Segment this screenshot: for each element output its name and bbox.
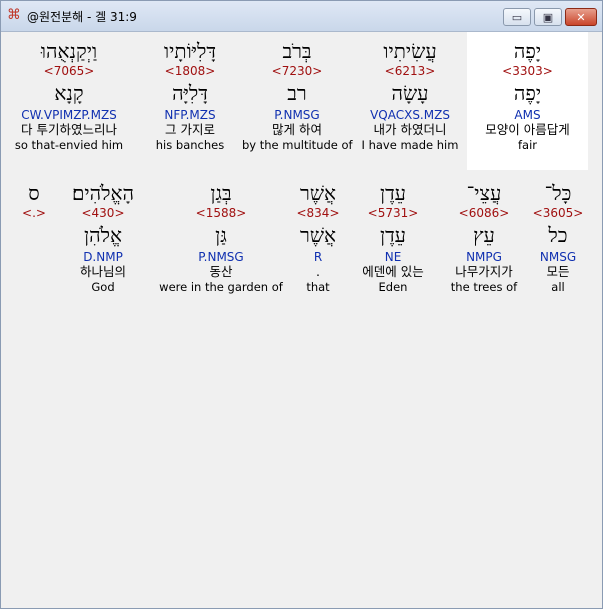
parse-code: NFP.MZS bbox=[164, 108, 216, 122]
maximize-button[interactable]: ▣ bbox=[534, 8, 562, 26]
english-gloss: were in the garden of bbox=[159, 280, 283, 294]
strong-number[interactable]: <7065> bbox=[10, 64, 128, 78]
hebrew-word: הָאֱלֹהִים׃ bbox=[71, 181, 135, 205]
strong-number[interactable]: <3605> bbox=[530, 206, 586, 220]
word-cell[interactable]: בְּגַן <1588> גַּן P.NMSG 동산 were in the… bbox=[154, 174, 288, 312]
hebrew-word: כָּל־ bbox=[544, 181, 572, 205]
korean-gloss: 그 가지로 bbox=[165, 122, 215, 137]
title-bar[interactable]: ⌘ @원전분해 - 겔 31:9 ▭ ▣ ✕ bbox=[1, 1, 602, 32]
strong-number[interactable]: <430> bbox=[54, 206, 152, 220]
english-gloss: his banches bbox=[155, 138, 225, 152]
lexical-form: יָפֶה bbox=[513, 81, 542, 105]
lexical-form: גַּן bbox=[215, 223, 227, 247]
close-button[interactable]: ✕ bbox=[565, 8, 597, 26]
korean-gloss: 모든 bbox=[546, 264, 570, 279]
hebrew-word: בְּגַן bbox=[210, 181, 232, 205]
parse-code: CW.VPIMZP.MZS bbox=[21, 108, 117, 122]
strong-number[interactable]: <834> bbox=[286, 206, 350, 220]
hebrew-word: ס bbox=[28, 181, 40, 205]
word-cell[interactable]: עֵדֶן <5731> עֵדֶן NE 에덴에 있는 Eden bbox=[350, 174, 436, 312]
word-cell[interactable]: בְּרֹב <7230> רב P.NMSG 많게 하여 by the mul… bbox=[242, 32, 353, 170]
english-gloss: all bbox=[551, 280, 565, 294]
word-cell[interactable]: דָּלִיּוֹתָיו <1808> דָּלִיָּה NFP.MZS 그… bbox=[135, 32, 245, 170]
lexical-form: כל bbox=[548, 223, 568, 247]
lexical-form: דָּלִיָּה bbox=[172, 81, 208, 105]
korean-gloss: 내가 하였더니 bbox=[373, 122, 447, 137]
korean-gloss: 에덴에 있는 bbox=[362, 264, 424, 279]
english-gloss: God bbox=[91, 280, 115, 294]
parse-code: P.NMSG bbox=[274, 108, 320, 122]
english-gloss: fair bbox=[517, 138, 538, 152]
korean-gloss: . bbox=[316, 264, 320, 279]
lexical-form: עֵדֶן bbox=[379, 223, 407, 247]
word-cell[interactable]: אֲשֶׁר <834> אֲשֶׁר R . that bbox=[286, 174, 350, 312]
parse-code: NE bbox=[384, 250, 402, 264]
english-gloss: by the multitude of bbox=[242, 138, 353, 152]
minimize-button[interactable]: ▭ bbox=[503, 8, 531, 26]
strong-number[interactable]: <6213> bbox=[356, 64, 464, 78]
korean-gloss: 다 투기하였느리나 bbox=[21, 122, 117, 137]
hebrew-word: עֲשִׂיתִיו bbox=[383, 39, 437, 63]
lexical-form: קָנָא bbox=[54, 81, 84, 105]
strong-number[interactable]: <7230> bbox=[242, 64, 352, 78]
word-cell[interactable]: כָּל־ <3605> כל NMSG 모든 all bbox=[530, 174, 586, 312]
parse-code: P.NMSG bbox=[198, 250, 244, 264]
strong-number[interactable]: <3303> bbox=[467, 64, 588, 78]
korean-gloss: 동산 bbox=[209, 264, 233, 279]
word-cell[interactable]: עֲצֵי־ <6086> עֵץ NMPG 나무가지가 the trees o… bbox=[438, 174, 530, 312]
lexical-form: רב bbox=[287, 81, 307, 105]
strong-number[interactable]: <1808> bbox=[135, 64, 245, 78]
english-gloss: that bbox=[306, 280, 330, 294]
parse-code: VQACXS.MZS bbox=[370, 108, 450, 122]
english-gloss: Eden bbox=[378, 280, 408, 294]
word-cell-selected[interactable]: יָפֶה <3303> יָפֶה AMS 모양이 아름답게 fair bbox=[467, 32, 588, 170]
strong-number[interactable]: <1588> bbox=[154, 206, 288, 220]
word-cell[interactable]: עֲשִׂיתִיו <6213> עָשָׂה VQACXS.MZS 내가 하… bbox=[356, 32, 464, 170]
window-title: @원전분해 - 겔 31:9 bbox=[27, 10, 137, 24]
hebrew-word: עֵדֶן bbox=[379, 181, 407, 205]
app-window: ⌘ @원전분해 - 겔 31:9 ▭ ▣ ✕ וַיְקַנְאֻהוּ <70… bbox=[0, 0, 603, 609]
hebrew-word: אֲשֶׁר bbox=[300, 181, 336, 205]
parse-code: R bbox=[313, 250, 323, 264]
english-gloss: the trees of bbox=[450, 280, 518, 294]
korean-gloss: 모양이 아름답게 bbox=[485, 122, 570, 137]
parse-code: AMS bbox=[514, 108, 541, 122]
parse-code: D.NMP bbox=[83, 250, 123, 264]
parsing-panel: וַיְקַנְאֻהוּ <7065> קָנָא CW.VPIMZP.MZS… bbox=[2, 32, 601, 606]
lexical-form: עֵץ bbox=[473, 223, 495, 247]
korean-gloss: 하나님의 bbox=[79, 264, 126, 279]
hebrew-word: בְּרֹב bbox=[282, 39, 312, 63]
hebrew-word: וַיְקַנְאֻהוּ bbox=[40, 39, 98, 63]
hebrew-word: יָפֶה bbox=[513, 39, 542, 63]
parse-code: NMSG bbox=[539, 250, 577, 264]
word-cell[interactable]: הָאֱלֹהִים׃ <430> אֱלֹהִן D.NMP 하나님의 God bbox=[54, 174, 152, 312]
lexical-form: אֱלֹהִן bbox=[84, 223, 122, 247]
strong-number[interactable]: <5731> bbox=[350, 206, 436, 220]
english-gloss: I have made him bbox=[361, 138, 459, 152]
strong-number[interactable]: <6086> bbox=[438, 206, 530, 220]
parse-code: NMPG bbox=[466, 250, 502, 264]
app-icon: ⌘ bbox=[7, 7, 21, 23]
korean-gloss: 나무가지가 bbox=[455, 264, 513, 279]
english-gloss: so that-envied him bbox=[14, 138, 124, 152]
hebrew-word: עֲצֵי־ bbox=[466, 181, 502, 205]
word-cell[interactable]: וַיְקַנְאֻהוּ <7065> קָנָא CW.VPIMZP.MZS… bbox=[10, 32, 128, 170]
strong-number[interactable]: <.> bbox=[16, 206, 52, 220]
lexical-form: עָשָׂה bbox=[391, 81, 429, 105]
korean-gloss: 많게 하여 bbox=[272, 122, 322, 137]
lexical-form: אֲשֶׁר bbox=[300, 223, 336, 247]
hebrew-word: דָּלִיּוֹתָיו bbox=[164, 39, 216, 63]
word-cell[interactable]: ס <.> bbox=[16, 174, 52, 312]
